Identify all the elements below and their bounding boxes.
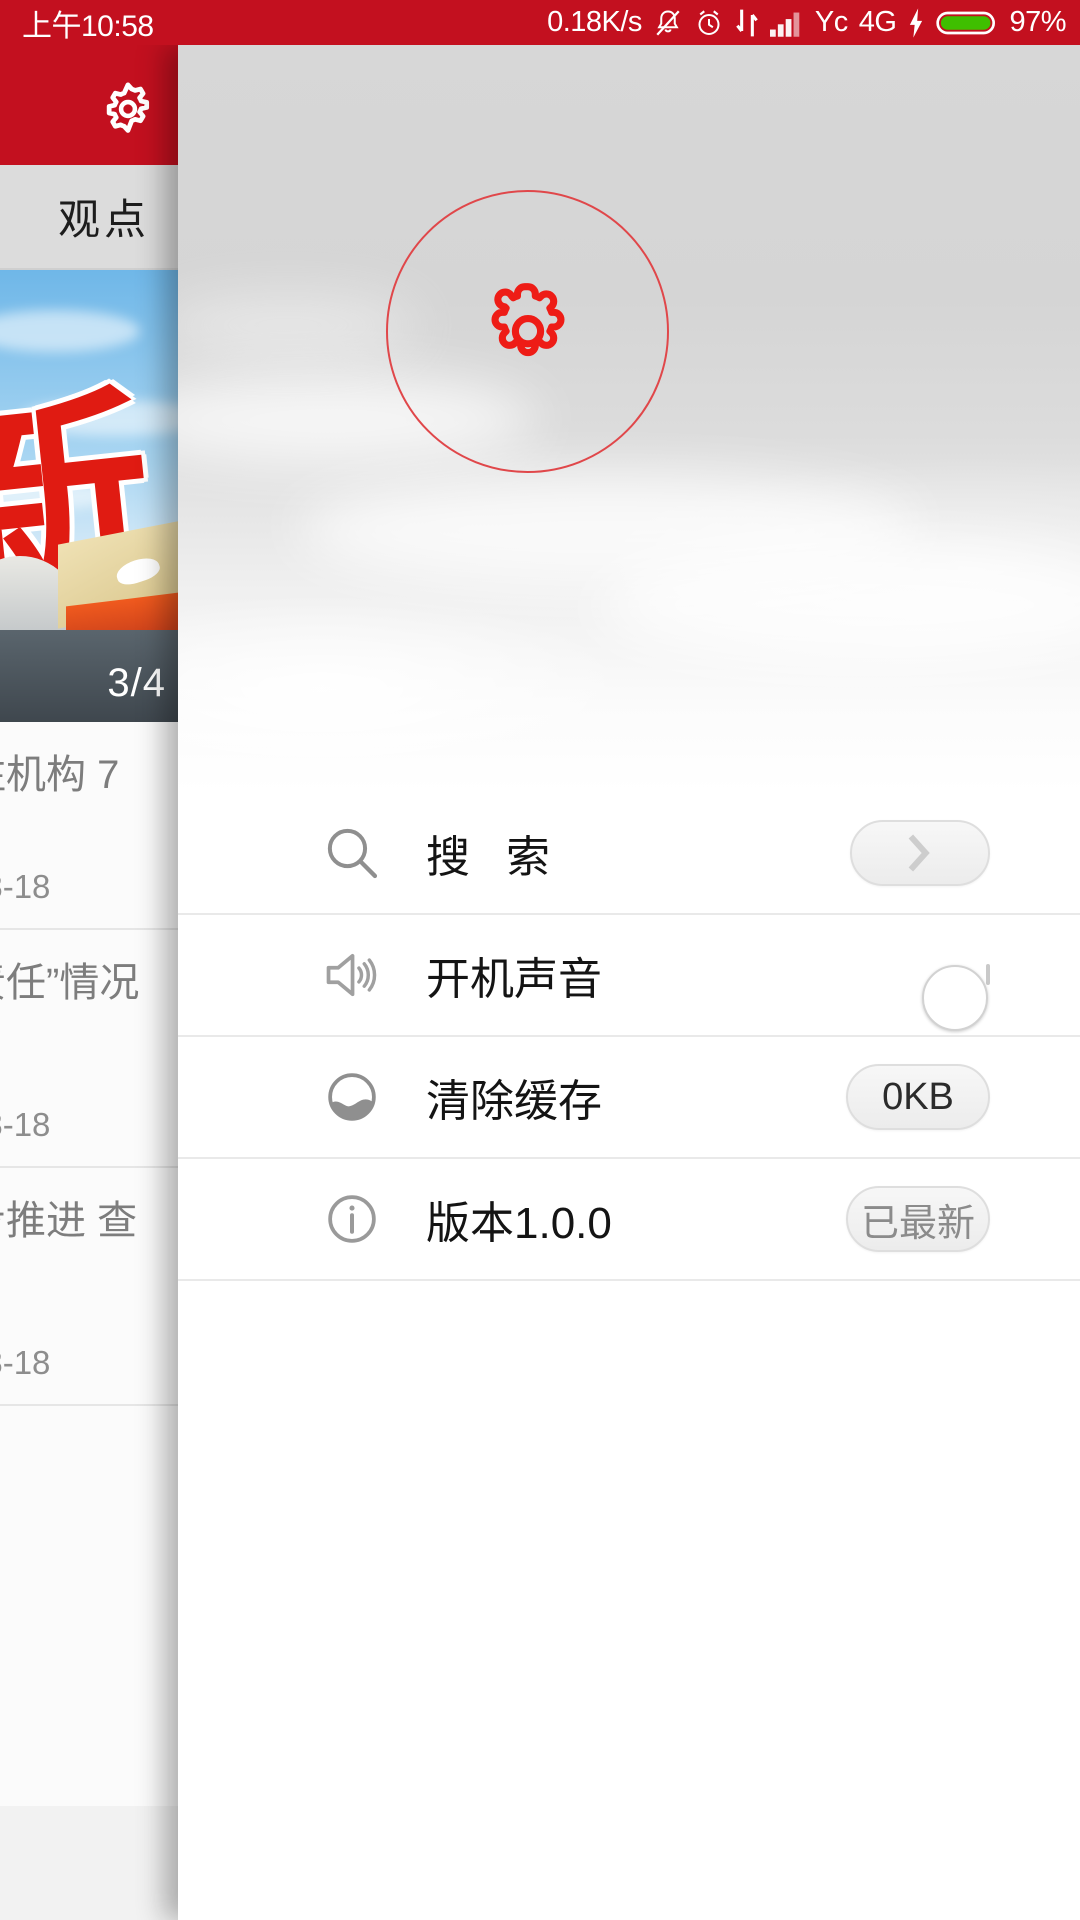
network-speed-label: 0.18K/s bbox=[547, 6, 642, 38]
cache-size-button[interactable]: 0KB bbox=[846, 1064, 990, 1130]
settings-row-label: 开机声音 bbox=[426, 955, 602, 1004]
settings-row-label: 版本1.0.0 bbox=[426, 1199, 612, 1248]
update-status-pill[interactable]: 已最新 bbox=[846, 1186, 990, 1252]
settings-row-version[interactable]: 版本1.0.0 已最新 bbox=[178, 1159, 1080, 1281]
update-status-label: 已最新 bbox=[860, 1202, 975, 1245]
signal-bars-icon bbox=[769, 12, 800, 37]
list-item[interactable]: 步推进 查 08-18 bbox=[0, 1168, 178, 1406]
toggle-switch-on[interactable] bbox=[922, 964, 990, 1031]
boot-sound-toggle[interactable] bbox=[922, 964, 990, 1031]
status-time: 上午10:58 bbox=[22, 9, 154, 43]
update-status-button[interactable]: 已最新 bbox=[846, 1186, 990, 1252]
status-bar: 上午10:58 0.18K/s Yc 4G 97% bbox=[0, 0, 1080, 45]
network-type-label: 4G bbox=[858, 6, 897, 38]
data-transfer-icon bbox=[736, 9, 758, 36]
cloud-wisp bbox=[598, 545, 1080, 665]
toggle-knob bbox=[922, 965, 988, 1031]
battery-percent-label: 97% bbox=[1009, 6, 1066, 38]
cloud-decor bbox=[0, 310, 140, 352]
settings-list-tail bbox=[178, 1281, 1080, 1841]
cloud-wisp bbox=[178, 295, 418, 355]
news-title: 责任”情况 bbox=[0, 961, 140, 1005]
status-bar-icons: 0.18K/s Yc 4G 97% bbox=[547, 0, 1066, 45]
drawer-header bbox=[0, 45, 178, 165]
charging-bolt-icon bbox=[910, 7, 923, 38]
speaker-icon bbox=[306, 943, 398, 1007]
carrier-label: Yc bbox=[814, 6, 848, 38]
drawer-list-filler bbox=[0, 1406, 178, 1806]
settings-row-search[interactable]: 搜索 bbox=[178, 793, 1080, 915]
gear-icon[interactable] bbox=[473, 278, 583, 393]
search-go-button[interactable] bbox=[850, 820, 990, 886]
news-date: 08-18 bbox=[0, 1344, 51, 1381]
cache-circle-icon bbox=[306, 1065, 398, 1129]
banner-counter: 3/4 bbox=[107, 661, 166, 705]
settings-row-boot-sound[interactable]: 开机声音 bbox=[178, 915, 1080, 1037]
settings-rows: 搜索 开机声音 清除缓存 0KB 版本1.0.0 已最新 bbox=[178, 793, 1080, 1841]
search-icon bbox=[306, 821, 398, 885]
settings-row-label: 清除缓存 bbox=[426, 1077, 602, 1126]
chevron-pill[interactable] bbox=[850, 820, 990, 886]
news-title: 驻机构 7 bbox=[0, 753, 120, 797]
left-drawer[interactable]: 观点 新 3/4 驻机构 7 08-18 责任”情况 08-18 步推进 查 0… bbox=[0, 45, 178, 1920]
drawer-tab-bar[interactable]: 观点 bbox=[0, 165, 178, 270]
alarm-clock-icon bbox=[698, 9, 720, 35]
chevron-right-icon bbox=[908, 834, 930, 872]
mute-bell-icon bbox=[656, 9, 680, 36]
settings-hero bbox=[178, 45, 1080, 793]
settings-row-label: 搜索 bbox=[426, 833, 586, 882]
list-item[interactable]: 责任”情况 08-18 bbox=[0, 930, 178, 1168]
cache-size-label: 0KB bbox=[882, 1075, 954, 1118]
tab-viewpoint[interactable]: 观点 bbox=[28, 186, 150, 247]
cache-size-pill[interactable]: 0KB bbox=[846, 1064, 990, 1130]
list-item[interactable]: 驻机构 7 08-18 bbox=[0, 722, 178, 930]
drawer-banner-carousel[interactable]: 新 3/4 bbox=[0, 270, 178, 722]
news-date: 08-18 bbox=[0, 1106, 51, 1143]
info-circle-icon bbox=[306, 1187, 398, 1251]
news-title: 步推进 查 bbox=[0, 1199, 138, 1243]
gear-icon[interactable] bbox=[96, 77, 160, 146]
battery-icon bbox=[936, 11, 996, 34]
settings-row-clear-cache[interactable]: 清除缓存 0KB bbox=[178, 1037, 1080, 1159]
settings-panel: 搜索 开机声音 清除缓存 0KB 版本1.0.0 已最新 bbox=[178, 45, 1080, 1920]
news-date: 08-18 bbox=[0, 868, 51, 905]
